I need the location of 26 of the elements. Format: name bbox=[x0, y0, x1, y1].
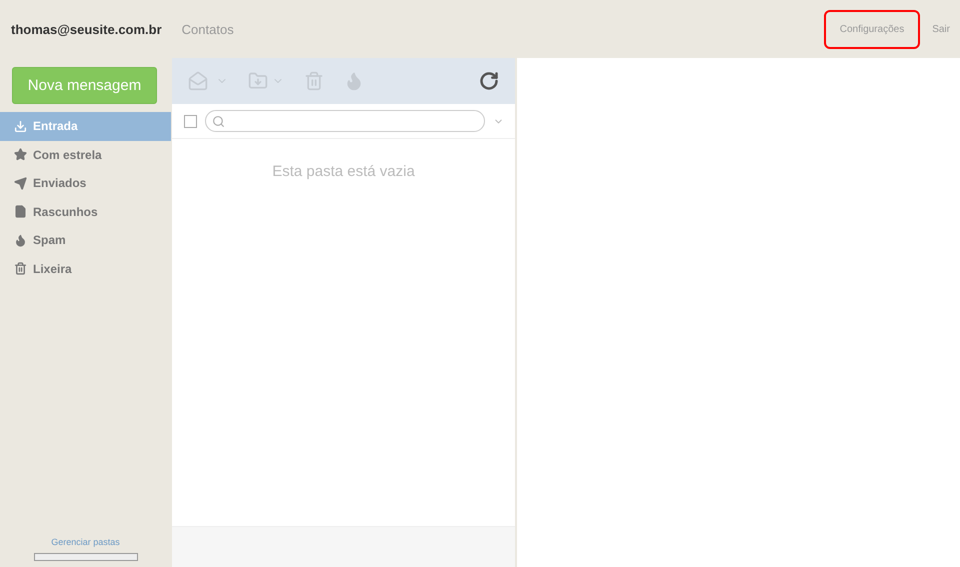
flame-icon bbox=[14, 234, 27, 247]
search-field[interactable] bbox=[205, 110, 485, 132]
trash-icon bbox=[14, 262, 27, 276]
select-all-checkbox[interactable] bbox=[184, 114, 197, 128]
folder-item[interactable]: Com estrela bbox=[0, 140, 171, 169]
folder-item[interactable]: Spam bbox=[0, 226, 171, 254]
account-email: thomas@seusite.com.br bbox=[11, 22, 162, 36]
inbox-icon bbox=[14, 120, 27, 133]
manage-folders-link[interactable]: Gerenciar pastas bbox=[51, 537, 120, 547]
empty-folder-message: Esta pasta está vazia bbox=[271, 163, 416, 180]
folder-icon[interactable] bbox=[248, 71, 268, 91]
folder-item[interactable]: Entrada bbox=[0, 112, 171, 140]
paper-plane-icon bbox=[14, 176, 27, 190]
document-icon bbox=[14, 205, 27, 218]
folder-item[interactable]: Lixeira bbox=[0, 254, 171, 283]
folder-item[interactable]: Enviados bbox=[0, 169, 171, 198]
open-envelope-icon[interactable] bbox=[188, 71, 208, 91]
contacts-link[interactable]: Contatos bbox=[182, 22, 234, 36]
trash-icon[interactable] bbox=[304, 71, 324, 91]
logout-link[interactable]: Sair bbox=[932, 24, 950, 34]
compose-button[interactable]: Nova mensagem bbox=[12, 67, 157, 104]
folder-item[interactable]: Rascunhos bbox=[0, 198, 171, 226]
settings-link[interactable]: Configurações bbox=[824, 10, 920, 48]
star-icon bbox=[14, 148, 27, 162]
search-icon bbox=[212, 114, 225, 128]
refresh-icon[interactable] bbox=[479, 71, 499, 91]
